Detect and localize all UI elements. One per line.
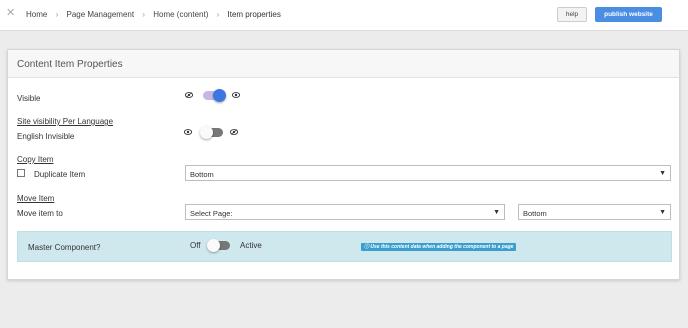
dropdown-arrow-icon: ▼ [659,170,666,177]
breadcrumb: Home › Page Management › Home (content) … [26,10,281,19]
toggle-knob [207,239,220,252]
panel-title: Content Item Properties [17,59,123,70]
select-value: Bottom [190,170,214,179]
eye-icon [232,92,240,98]
duplicate-item-checkbox[interactable] [17,169,25,177]
off-label: Off [190,241,201,250]
select-value: Select Page: [190,209,233,218]
info-badge: ⓘ Use this content data when adding the … [361,243,517,251]
breadcrumb-home[interactable]: Home [26,10,47,19]
close-icon[interactable]: ✕ [6,8,15,19]
duplicate-item-label: Duplicate Item [34,170,86,179]
breadcrumb-page-management[interactable]: Page Management [66,10,134,19]
publish-website-button[interactable]: publish website [595,7,662,22]
move-page-select[interactable]: Select Page: ▼ [185,204,505,220]
master-component-panel: Master Component? Off Active ⓘ Use this … [17,231,672,262]
chevron-right-icon: › [216,10,220,19]
visible-label: Visible [17,94,41,103]
copy-item-heading: Copy Item [17,155,54,164]
content-item-properties-panel: Content Item Properties Visible Site vis… [7,49,680,280]
dropdown-arrow-icon: ▼ [659,209,666,216]
chevron-right-icon: › [55,10,59,19]
master-component-toggle[interactable] [207,239,230,252]
move-item-heading: Move Item [17,194,55,203]
info-text: Use this content data when adding the co… [370,244,514,250]
toggle-knob [200,126,213,139]
english-invisible-label: English Invisible [17,132,75,141]
active-label: Active [240,241,262,250]
dropdown-arrow-icon: ▼ [493,209,500,216]
eye-slash-icon [230,129,238,135]
eye-icon [184,129,192,135]
copy-position-select[interactable]: Bottom ▼ [185,165,671,181]
move-item-to-label: Move item to [17,209,63,218]
chevron-right-icon: › [142,10,145,19]
move-position-select[interactable]: Bottom ▼ [518,204,671,220]
breadcrumb-home-content[interactable]: Home (content) [153,10,208,19]
visible-toggle[interactable] [203,89,226,102]
english-visibility-toggle[interactable] [200,126,223,139]
master-component-label: Master Component? [28,243,101,252]
select-value: Bottom [523,209,547,218]
panel-header: Content Item Properties [8,50,679,78]
top-bar: ✕ Home › Page Management › Home (content… [0,0,688,31]
site-visibility-heading[interactable]: Site visibility Per Language [17,117,113,126]
help-button[interactable]: help [557,7,587,22]
toggle-knob [213,89,226,102]
eye-slash-icon [185,92,193,98]
breadcrumb-item-properties: Item properties [227,10,281,19]
